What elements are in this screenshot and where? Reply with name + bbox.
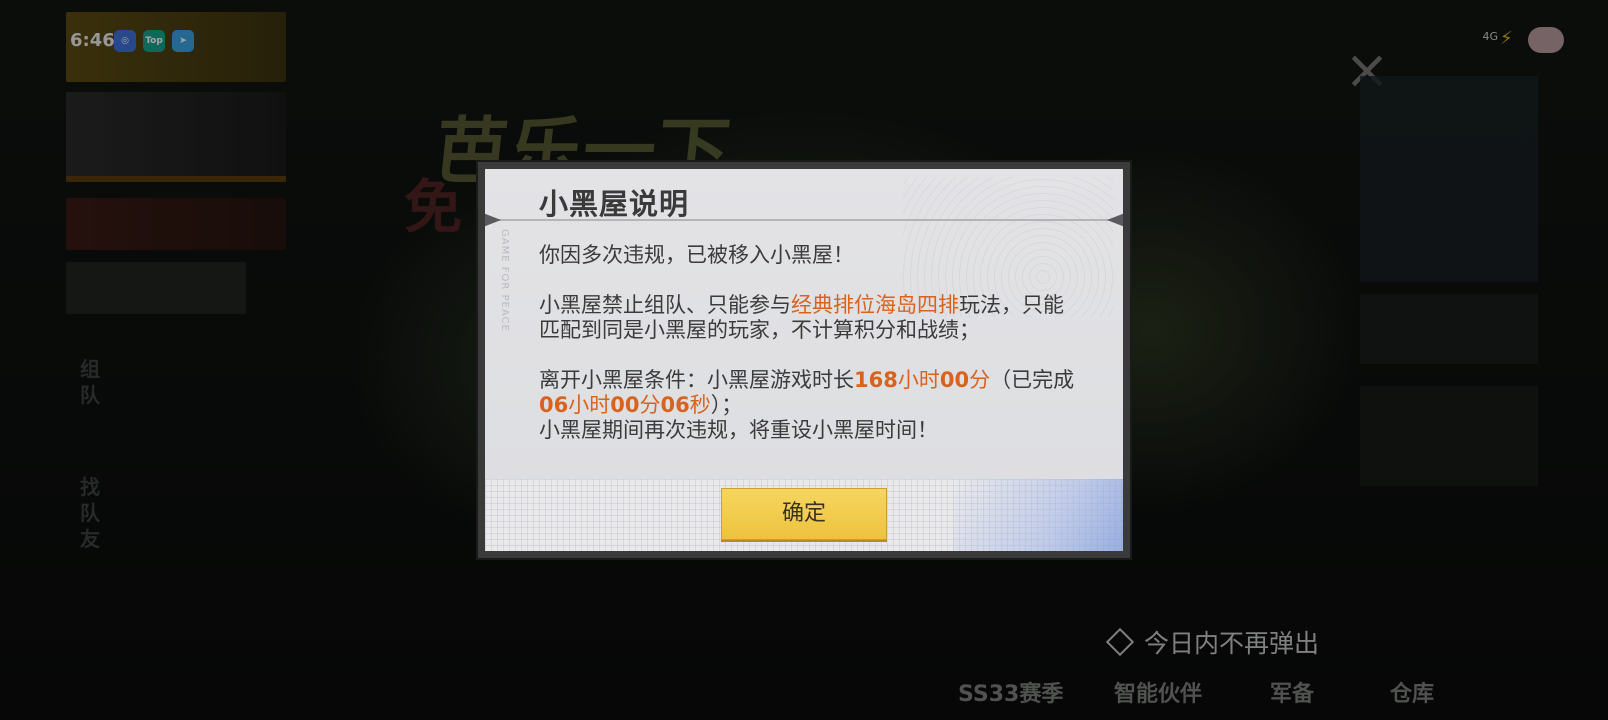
divider-notch-right (1107, 213, 1123, 227)
dialog-message: 你因多次违规，已被移入小黑屋！ 小黑屋禁止组队、只能参与经典排位海岛四排玩法，只… (539, 243, 1079, 468)
message-exit-condition: 离开小黑屋条件：小黑屋游戏时长168小时00分（已完成06小时00分06秒）； (539, 368, 1079, 418)
hours-unit: 小时 (897, 368, 940, 392)
nav-armory[interactable]: 军备 (1270, 676, 1314, 708)
completed-seconds: 06 (660, 393, 690, 417)
header-divider (485, 219, 1123, 221)
restriction-text: 小黑屋禁止组队、只能参与 (539, 293, 791, 317)
penalty-dialog: GAME FOR PEACE 小黑屋说明 你因多次违规，已被移入小黑屋！ 小黑屋… (478, 162, 1130, 558)
game-watermark: GAME FOR PEACE (499, 229, 510, 332)
checkbox-diamond-icon (1105, 627, 1135, 657)
dialog-header: 小黑屋说明 (485, 169, 1123, 227)
dialog-panel: GAME FOR PEACE 小黑屋说明 你因多次违规，已被移入小黑屋！ 小黑屋… (485, 169, 1123, 551)
message-line-banned: 你因多次违规，已被移入小黑屋！ (539, 243, 854, 267)
footer-decoration (953, 479, 1123, 551)
exit-text: 离开小黑屋条件：小黑屋游戏时长 (539, 368, 854, 392)
confirm-button[interactable]: 确定 (721, 488, 887, 540)
completed-minutes: 00 (610, 393, 640, 417)
nav-smart-partner[interactable]: 智能伙伴 (1114, 676, 1202, 708)
completed-seconds-unit: 秒 (689, 393, 711, 417)
required-minutes: 00 (939, 368, 970, 392)
dialog-footer: 确定 (485, 479, 1123, 551)
message-restrictions: 小黑屋禁止组队、只能参与经典排位海岛四排玩法，只能匹配到同是小黑屋的玩家，不计算… (539, 293, 1079, 343)
required-hours: 168 (854, 368, 898, 392)
dialog-title: 小黑屋说明 (539, 187, 690, 221)
message-warning: 小黑屋期间再次违规，将重设小黑屋时间！ (539, 418, 938, 442)
minutes-unit: 分 (969, 368, 991, 392)
completed-minutes-unit: 分 (639, 393, 661, 417)
mode-highlight: 经典排位海岛四排 (791, 293, 959, 317)
divider-notch-left (485, 213, 501, 227)
progress-close: ）； (710, 393, 743, 417)
dont-show-again-label: 今日内不再弹出 (1144, 629, 1320, 658)
progress-text: （已完成 (990, 368, 1075, 392)
completed-hours-unit: 小时 (568, 393, 611, 417)
nav-season[interactable]: SS33赛季 (958, 676, 1063, 708)
nav-warehouse[interactable]: 仓库 (1390, 676, 1434, 708)
completed-hours: 06 (539, 393, 569, 417)
dont-show-again-toggle[interactable]: 今日内不再弹出 (1105, 624, 1320, 660)
